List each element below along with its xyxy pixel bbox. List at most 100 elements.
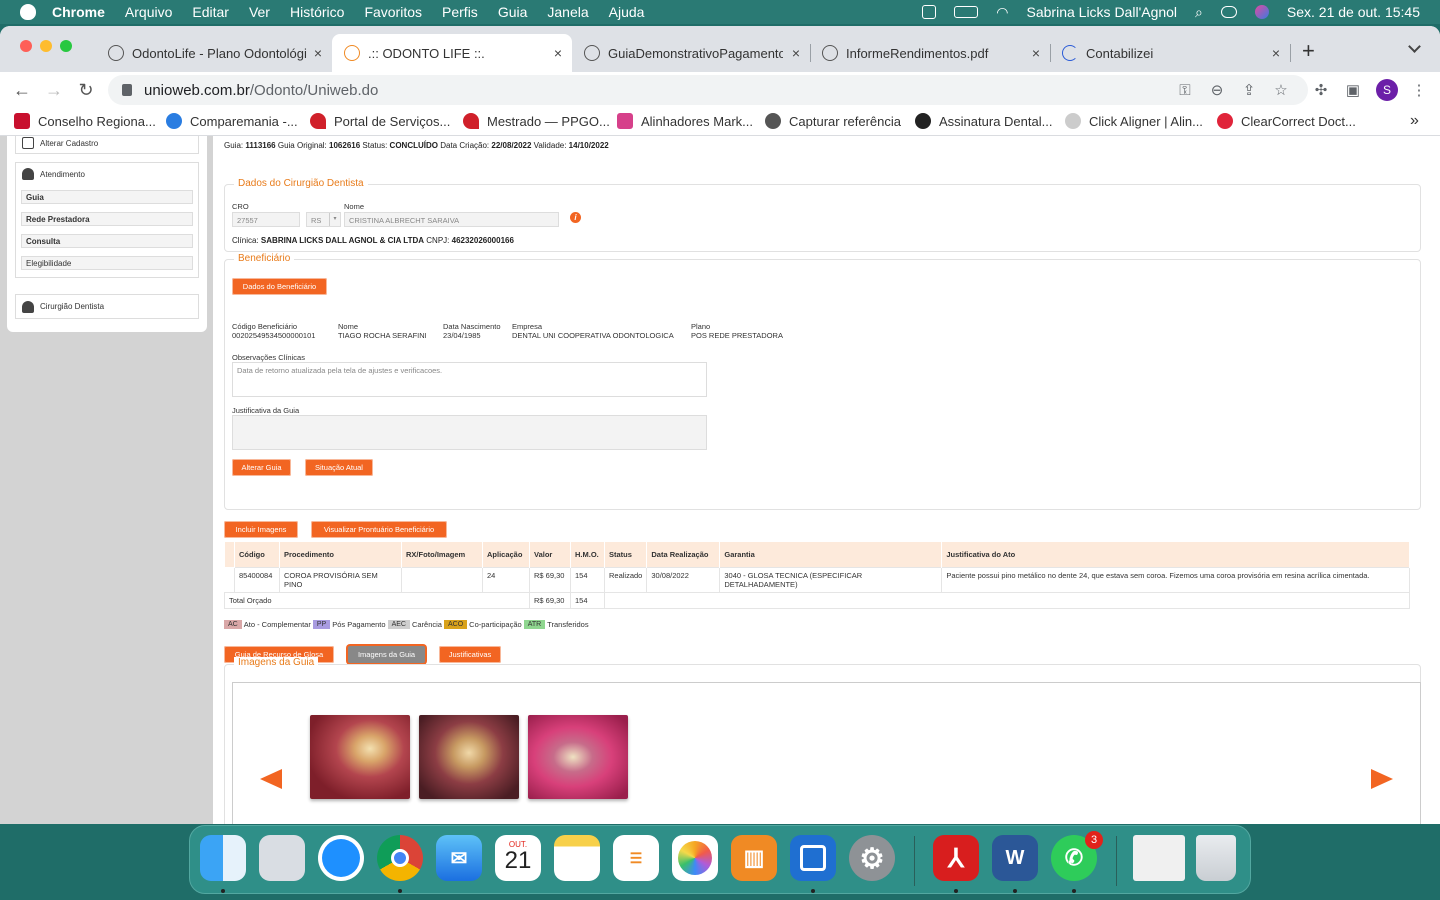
back-arrow-icon[interactable]: ← <box>10 78 34 102</box>
dental-photo-1[interactable] <box>310 715 410 799</box>
photos-icon[interactable] <box>672 835 718 881</box>
chrome-icon[interactable] <box>377 835 423 881</box>
carousel-prev-arrow-icon[interactable] <box>260 769 282 789</box>
whatsapp-icon[interactable]: ✆ 3 <box>1051 831 1103 881</box>
bookmark-conselho[interactable]: Conselho Regiona... <box>14 113 156 129</box>
screen-share-icon[interactable] <box>922 5 937 19</box>
new-tab-button[interactable]: + <box>1302 38 1315 64</box>
trello-icon[interactable] <box>790 835 836 881</box>
info-icon[interactable]: i <box>570 212 581 223</box>
tab-informe-rendimentos[interactable]: InformeRendimentos.pdf × <box>810 34 1050 72</box>
battery-icon[interactable] <box>954 6 979 18</box>
bookmarks-overflow-chevron[interactable]: » <box>1410 112 1419 130</box>
calendar-icon[interactable]: OUT. 21 <box>495 835 541 881</box>
zoom-icon[interactable]: ⊖ <box>1208 81 1226 99</box>
wifi-icon[interactable]: ◠ <box>996 4 1008 21</box>
downloads-stack-icon[interactable] <box>1133 835 1185 881</box>
control-center-icon[interactable] <box>1220 6 1237 18</box>
menu-ver[interactable]: Ver <box>249 4 270 20</box>
bookmark-alinhadores[interactable]: Alinhadores Mark... <box>617 113 753 129</box>
books-icon[interactable]: ▥ <box>731 835 777 881</box>
dados-beneficiario-button[interactable]: Dados do Beneficiário <box>232 278 327 295</box>
menu-guia[interactable]: Guia <box>498 4 528 20</box>
close-tab-icon[interactable]: × <box>792 45 800 61</box>
tab-contabilizei[interactable]: Contabilizei × <box>1050 34 1290 72</box>
bookmark-star-icon[interactable]: ☆ <box>1272 81 1290 99</box>
tab-guia-demonstrativo[interactable]: GuiaDemonstrativoPagamento... × <box>572 34 810 72</box>
tab-search-chevron-down-icon[interactable] <box>1408 40 1421 53</box>
uf-select[interactable]: RS ▾ <box>306 212 341 227</box>
minimize-window-button[interactable] <box>40 40 52 52</box>
zoom-window-button[interactable] <box>60 40 72 52</box>
menu-favoritos[interactable]: Favoritos <box>364 4 422 20</box>
launchpad-icon[interactable] <box>259 835 305 881</box>
dental-photo-2[interactable] <box>419 715 519 799</box>
siri-icon[interactable] <box>1254 5 1269 19</box>
menu-arquivo[interactable]: Arquivo <box>125 4 172 20</box>
share-icon[interactable]: ⇪ <box>1240 81 1258 99</box>
reload-icon[interactable]: ↻ <box>74 78 98 102</box>
notes-icon[interactable] <box>554 835 600 881</box>
apple-menu-icon[interactable] <box>20 4 36 20</box>
observacoes-textarea[interactable]: Data de retorno atualizada pela tela de … <box>232 362 707 397</box>
bookmark-assinatura[interactable]: Assinatura Dental... <box>915 113 1052 129</box>
visualizar-prontuario-button[interactable]: Visualizar Prontuário Beneficiário <box>311 521 447 538</box>
menu-app-chrome[interactable]: Chrome <box>52 4 105 20</box>
menu-janela[interactable]: Janela <box>547 4 588 20</box>
reminders-icon[interactable]: ☰ <box>613 835 659 881</box>
menubar-datetime[interactable]: Sex. 21 de out. 15:45 <box>1287 4 1420 20</box>
tab-odonto-life-active[interactable]: .:: ODONTO LIFE ::. × <box>332 34 572 72</box>
sidebar-cirurgiao-dentista[interactable]: Cirurgião Dentista <box>15 294 199 319</box>
finder-icon[interactable] <box>200 835 246 881</box>
situacao-atual-button[interactable]: Situação Atual <box>305 459 373 476</box>
tab-imagens-guia[interactable]: Imagens da Guia <box>348 646 425 663</box>
menu-editar[interactable]: Editar <box>192 4 229 20</box>
cell-status: Realizado <box>603 566 648 593</box>
cro-input[interactable]: 27557 <box>232 212 300 227</box>
sidebar-alterar-cadastro[interactable]: Alterar Cadastro <box>15 136 199 154</box>
close-tab-icon[interactable]: × <box>1032 45 1040 61</box>
menu-ajuda[interactable]: Ajuda <box>609 4 645 20</box>
address-bar[interactable]: unioweb.com.br/Odonto/Uniweb.do <box>108 75 1308 105</box>
system-preferences-gear-icon[interactable]: ⚙ <box>849 835 895 881</box>
bookmark-clearcorrect[interactable]: ClearCorrect Doct... <box>1217 113 1356 129</box>
sidebar-item-guia[interactable]: Guia <box>21 190 193 204</box>
bookmark-portal-servicos[interactable]: Portal de Serviços... <box>310 113 450 129</box>
word-icon[interactable]: W <box>992 835 1038 881</box>
incluir-imagens-button[interactable]: Incluir Imagens <box>224 521 298 538</box>
table-row[interactable]: 85400084 COROA PROVISÓRIA SEM PINO 24 R$… <box>225 566 1410 593</box>
menu-perfis[interactable]: Perfis <box>442 4 478 20</box>
mail-icon[interactable]: ✉ <box>436 835 482 881</box>
more-menu-icon[interactable]: ⋮ <box>1410 81 1428 99</box>
profile-avatar[interactable]: S <box>1376 79 1398 101</box>
extensions-puzzle-icon[interactable]: ✣ <box>1312 81 1330 99</box>
carousel-next-arrow-icon[interactable] <box>1371 769 1393 789</box>
bookmark-capturar[interactable]: Capturar referência <box>765 113 901 129</box>
key-icon[interactable]: ⚿ <box>1176 81 1194 99</box>
justificativa-guia-textarea[interactable] <box>232 415 707 450</box>
close-tab-icon[interactable]: × <box>554 45 562 61</box>
spotlight-search-icon[interactable]: ⌕ <box>1195 4 1203 21</box>
sidebar-item-elegibilidade[interactable]: Elegibilidade <box>21 256 193 270</box>
nome-dentista-input[interactable]: CRISTINA ALBRECHT SARAIVA <box>344 212 559 227</box>
close-window-button[interactable] <box>20 40 32 52</box>
tab-justificativas[interactable]: Justificativas <box>439 646 501 663</box>
menu-historico[interactable]: Histórico <box>290 4 344 20</box>
safari-icon[interactable] <box>318 835 364 881</box>
menubar-user[interactable]: Sabrina Licks Dall'Agnol <box>1027 4 1178 20</box>
dental-photo-3[interactable] <box>528 715 628 799</box>
bookmark-mestrado[interactable]: Mestrado — PPGO... <box>463 113 610 129</box>
close-tab-icon[interactable]: × <box>1272 45 1280 61</box>
trash-icon[interactable] <box>1196 835 1236 881</box>
macos-menubar: Chrome Arquivo Editar Ver Histórico Favo… <box>0 0 1440 24</box>
close-tab-icon[interactable]: × <box>314 45 322 61</box>
bookmark-comparemania[interactable]: Comparemania -... <box>166 113 298 129</box>
tab-odontolife-plano[interactable]: OdontoLife - Plano Odontológico × <box>96 34 332 72</box>
alterar-guia-button[interactable]: Alterar Guia <box>232 459 291 476</box>
acrobat-icon[interactable]: ⅄ <box>933 835 979 881</box>
side-panel-icon[interactable]: ▣ <box>1344 81 1362 99</box>
sidebar-item-rede-prestadora[interactable]: Rede Prestadora <box>21 212 193 226</box>
sidebar-item-consulta[interactable]: Consulta <box>21 234 193 248</box>
bookmark-click-aligner[interactable]: Click Aligner | Alin... <box>1065 113 1203 129</box>
forward-arrow-icon[interactable]: → <box>42 78 66 102</box>
